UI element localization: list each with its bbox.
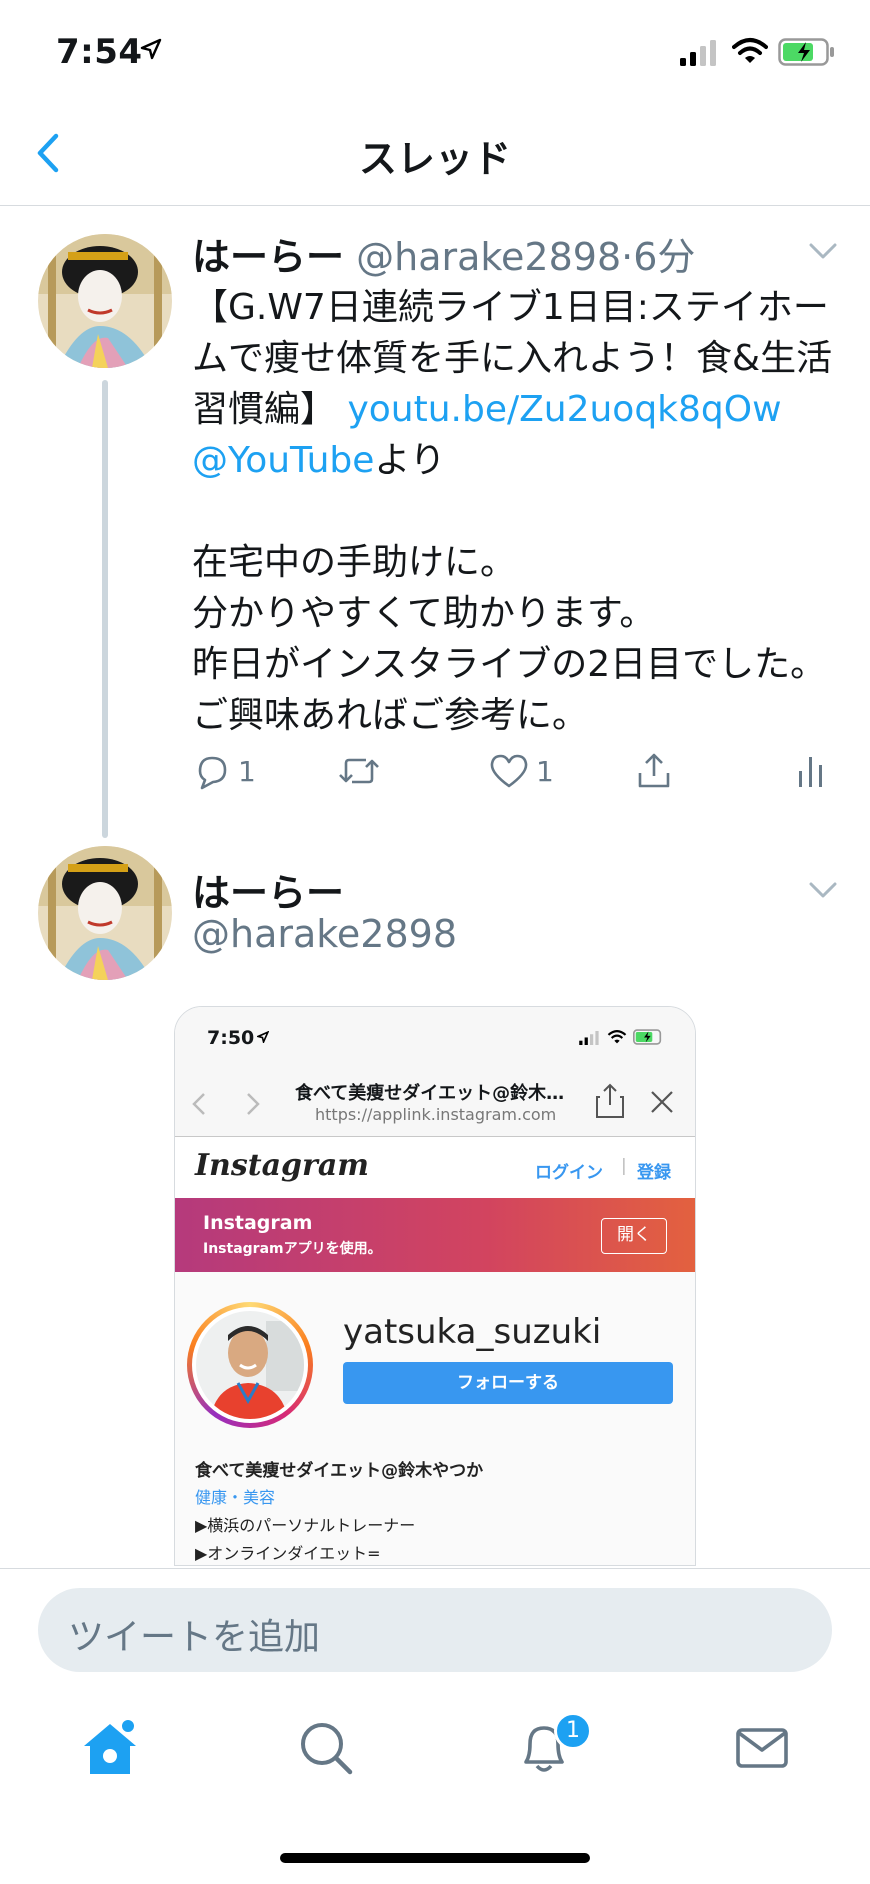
battery-charging-icon <box>778 38 834 66</box>
page-title: スレッド <box>358 137 511 181</box>
analytics-icon <box>799 757 822 787</box>
profile-avatar-ring <box>187 1302 313 1428</box>
tweet-text-part: より <box>374 440 446 481</box>
share-icon <box>638 753 670 788</box>
location-arrow-icon <box>140 38 162 60</box>
like-button[interactable]: 1 <box>488 748 554 794</box>
media-status-bar: 7:50 <box>175 1007 695 1067</box>
display-name[interactable]: はーらー <box>192 235 344 279</box>
instagram-logo: Instagram <box>195 1148 369 1183</box>
reply-button[interactable]: 1 <box>192 748 256 794</box>
location-arrow-icon <box>257 1031 269 1043</box>
browser-forward-icon <box>247 1093 260 1115</box>
instagram-profile: yatsuka_suzuki フォローする 食べて美痩せダイエット@鈴木やつか … <box>175 1272 695 1565</box>
chevron-down-icon[interactable] <box>806 234 840 268</box>
media-separator: | <box>621 1156 627 1176</box>
follow-button: フォローする <box>343 1362 673 1404</box>
reply-count: 1 <box>238 754 256 788</box>
messages-envelope-icon[interactable] <box>730 1716 794 1780</box>
close-icon <box>651 1091 673 1113</box>
wifi-icon <box>607 1030 627 1044</box>
tweet-line: 昨日がインスタライブの2日目でした。ご興味あればご参考に。 <box>192 644 827 736</box>
instagram-header: Instagram ログイン | 登録 <box>175 1138 695 1198</box>
retweet-icon <box>339 758 379 784</box>
browser-back-icon <box>192 1093 205 1115</box>
home-icon[interactable] <box>78 1716 142 1780</box>
banner-title: Instagram <box>203 1212 313 1234</box>
share-button[interactable] <box>634 748 674 794</box>
media-signup-link: 登録 <box>637 1163 671 1183</box>
avatar[interactable] <box>38 234 172 368</box>
time-separator: · <box>621 235 634 279</box>
tweet-line: 分かりやすくて助かります。 <box>192 593 656 634</box>
notifications-badge: 1 <box>554 1712 592 1750</box>
share-icon <box>596 1083 624 1118</box>
navigation-bar: スレッド <box>0 100 870 206</box>
retweet-button[interactable] <box>336 748 382 794</box>
tweet-header: はーらー @harake2898·6分 <box>192 226 695 281</box>
compose-placeholder: ツイートを追加 <box>68 1617 321 1658</box>
media-page-url: https://applink.instagram.com <box>315 1105 557 1124</box>
media-status-time: 7:50 <box>207 1027 255 1049</box>
thread-connector-line <box>102 380 108 838</box>
tweet-mention[interactable]: @YouTube <box>192 440 374 481</box>
chevron-down-icon[interactable] <box>806 873 840 907</box>
media-login-link: ログイン <box>535 1163 603 1183</box>
status-time: 7:54 <box>56 32 143 72</box>
wifi-icon <box>732 38 768 63</box>
cellular-signal-icon <box>680 40 716 66</box>
banner-subtitle: Instagramアプリを使用。 <box>203 1241 382 1257</box>
user-handle[interactable]: @harake2898 <box>192 912 457 956</box>
reply-icon <box>198 756 227 790</box>
search-icon[interactable] <box>294 1716 358 1780</box>
instagram-app-banner: Instagram Instagramアプリを使用。 開く <box>175 1198 695 1272</box>
tweet-line: 在宅中の手助けに。 <box>192 542 517 583</box>
tweet-text: 【G.W7日連続ライブ1日目:ステイホームで痩せ体質を手に入れよう！食&生活習慣… <box>192 282 842 741</box>
media-browser-bar: 食べて美痩せダイエット@鈴木… https://applink.instagra… <box>175 1067 695 1137</box>
cellular-signal-icon <box>579 1031 599 1045</box>
battery-charging-icon <box>633 1029 662 1045</box>
media-page-title: 食べて美痩せダイエット@鈴木… <box>295 1083 565 1104</box>
display-name[interactable]: はーらー <box>192 862 344 917</box>
user-handle[interactable]: @harake2898 <box>356 235 621 279</box>
tweet-actions: 1 1 <box>192 748 832 798</box>
profile-avatar <box>196 1311 304 1419</box>
home-indicator <box>280 1853 590 1863</box>
banner-open-button: 開く <box>601 1218 667 1254</box>
reply-compose-field[interactable]: ツイートを追加 <box>38 1588 832 1672</box>
analytics-button[interactable] <box>796 748 826 794</box>
profile-bio-name: 食べて美痩せダイエット@鈴木やつか <box>195 1461 484 1481</box>
profile-bio-line: ▶横浜のパーソナルトレーナー <box>195 1516 416 1535</box>
profile-username: yatsuka_suzuki <box>343 1312 602 1352</box>
tweet-media-image[interactable]: 7:50 食べて美痩せダイエット@鈴木… https://applink.ins… <box>174 1006 696 1566</box>
profile-bio-category: 健康・美容 <box>195 1488 276 1507</box>
tweet-time: 6分 <box>633 235 696 279</box>
heart-icon <box>490 754 528 788</box>
tweet-link[interactable]: youtu.be/Zu2uoqk8qOw <box>347 389 781 430</box>
status-bar: 7:54 <box>0 0 870 100</box>
like-count: 1 <box>536 754 554 788</box>
profile-bio-line: ▶オンラインダイエット= <box>195 1544 381 1563</box>
avatar[interactable] <box>38 846 172 980</box>
